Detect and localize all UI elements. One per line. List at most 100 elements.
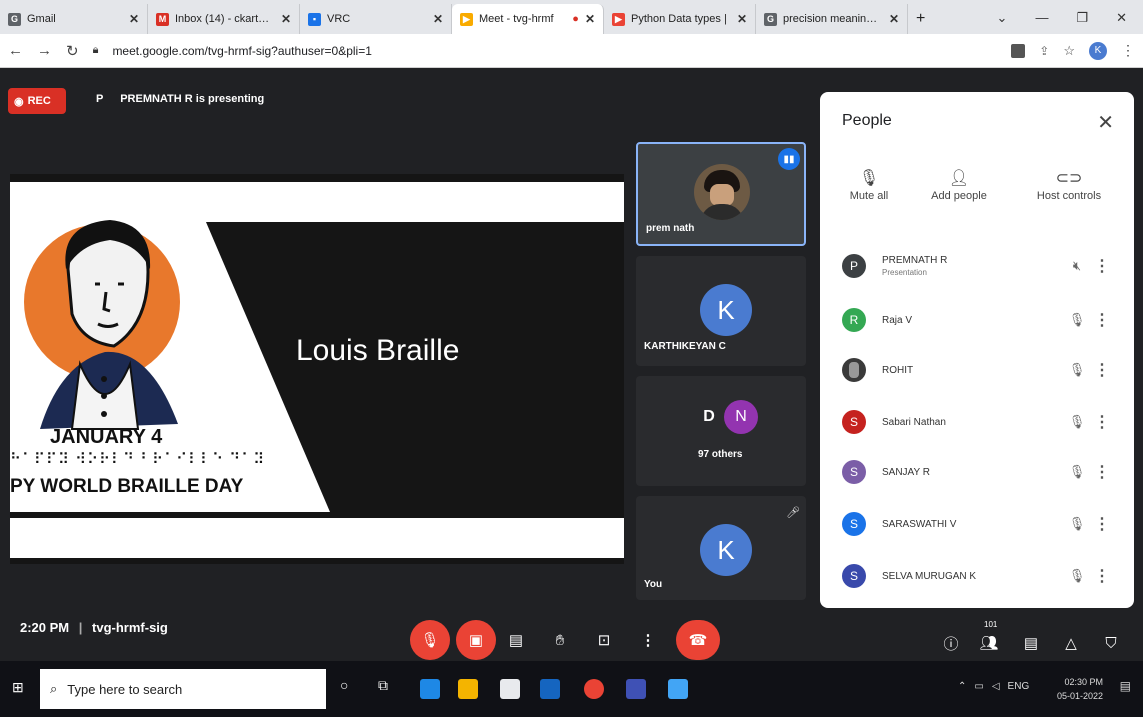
url-field[interactable]: meet.google.com/tvg-hrmf-sig?authuser=0&… bbox=[112, 44, 997, 58]
restore-icon[interactable]: ❐ bbox=[1076, 10, 1088, 26]
mute-all-button[interactable]: 🎙︎ Mute all bbox=[824, 168, 914, 202]
slide-title: Louis Braille bbox=[296, 334, 460, 367]
close-icon[interactable]: ✕ bbox=[1097, 110, 1114, 135]
participant-tile-you[interactable]: K 🎤︎ You bbox=[636, 496, 806, 600]
avatar: D bbox=[703, 408, 715, 425]
chevron-down-icon[interactable]: ⌄ bbox=[997, 10, 1008, 26]
tab-inbox[interactable]: M Inbox (14) - ckarthike ✕ bbox=[148, 4, 300, 34]
close-window-icon[interactable]: ✕ bbox=[1116, 10, 1127, 26]
google-icon: G bbox=[8, 12, 21, 26]
close-tab-icon[interactable]: ✕ bbox=[129, 12, 139, 26]
camera-toggle-button[interactable]: ▣ bbox=[456, 620, 496, 660]
tab-python[interactable]: ▶ Python Data types | ✕ bbox=[604, 4, 756, 34]
host-safety-button[interactable]: ⛉ bbox=[1098, 630, 1124, 656]
participant-row[interactable]: S SELVA MURUGAN K 🎙︎ ⋮ bbox=[842, 556, 1112, 596]
close-tab-icon[interactable]: ✕ bbox=[889, 12, 899, 26]
task-view-icon[interactable]: ⧉ bbox=[378, 677, 388, 694]
more-options-button[interactable]: ⋮ bbox=[628, 620, 668, 660]
profile-avatar[interactable]: K bbox=[1089, 41, 1107, 60]
language-indicator[interactable]: ENG bbox=[1008, 681, 1030, 692]
close-tab-icon[interactable]: ✕ bbox=[433, 12, 443, 26]
tab-title: Inbox (14) - ckarthike bbox=[175, 13, 275, 25]
meeting-info: 2:20 PM | tvg-hrmf-sig bbox=[20, 620, 168, 635]
more-vert-icon[interactable]: ⋮ bbox=[1092, 310, 1112, 330]
more-vert-icon[interactable]: ⋮ bbox=[1121, 42, 1135, 59]
mic-off-icon[interactable]: 🎙︎ bbox=[1062, 312, 1092, 328]
file-explorer-icon[interactable] bbox=[458, 679, 478, 699]
new-tab-button[interactable]: + bbox=[908, 4, 948, 34]
mic-off-icon: 🎤︎ bbox=[786, 507, 800, 519]
more-vert-icon[interactable]: ⋮ bbox=[1092, 360, 1112, 380]
more-vert-icon[interactable]: ⋮ bbox=[1092, 462, 1112, 482]
mic-off-icon[interactable]: 🎙︎ bbox=[1062, 516, 1092, 532]
meeting-details-button[interactable]: ⓘ bbox=[938, 630, 964, 656]
participant-row[interactable]: P PREMNATH R Presentation 🔇︎ ⋮ bbox=[842, 246, 1112, 286]
tab-gmail[interactable]: G Gmail ✕ bbox=[0, 4, 148, 34]
camera-icon[interactable] bbox=[1011, 43, 1026, 58]
mic-off-icon[interactable]: 🎙︎ bbox=[1062, 362, 1092, 378]
close-tab-icon[interactable]: ✕ bbox=[281, 12, 291, 26]
tab-vrc[interactable]: ▪ VRC ✕ bbox=[300, 4, 452, 34]
tray-chevron-icon[interactable]: ⌃ bbox=[958, 681, 966, 692]
participant-name: Sabari Nathan bbox=[882, 416, 946, 428]
participant-tile-others[interactable]: D N 97 others bbox=[636, 376, 806, 486]
people-button[interactable]: 👥︎ 101 bbox=[976, 620, 1002, 656]
reload-icon[interactable]: ↻ bbox=[66, 42, 79, 60]
people-panel: People ✕ 🎙︎ Mute all 👤︎ Add people ⊂⊃ Ho… bbox=[820, 92, 1134, 608]
captions-button[interactable]: ▤ bbox=[496, 620, 536, 660]
star-icon[interactable]: ☆ bbox=[1063, 43, 1075, 59]
chrome-icon[interactable] bbox=[584, 679, 604, 699]
close-tab-icon[interactable]: ✕ bbox=[585, 12, 595, 26]
back-icon[interactable]: ← bbox=[8, 42, 23, 59]
tile-name: KARTHIKEYAN C bbox=[644, 341, 726, 352]
host-controls-button[interactable]: ⊂⊃ Host controls bbox=[1024, 168, 1114, 202]
participant-tile-presenter[interactable]: ▮▮ prem nath bbox=[636, 142, 806, 246]
minimize-icon[interactable]: — bbox=[1035, 10, 1048, 26]
mic-off-icon[interactable]: 🎙︎ bbox=[1062, 568, 1092, 584]
meet-icon: ▶ bbox=[460, 12, 473, 26]
more-vert-icon[interactable]: ⋮ bbox=[1092, 256, 1112, 276]
close-tab-icon[interactable]: ✕ bbox=[737, 12, 747, 26]
camera-off-icon: ▣ bbox=[468, 632, 484, 649]
browser-tab-strip: G Gmail ✕ M Inbox (14) - ckarthike ✕ ▪ V… bbox=[0, 0, 1143, 34]
mail-icon[interactable] bbox=[540, 679, 560, 699]
mic-toggle-button[interactable]: 🎙︎ bbox=[410, 620, 450, 660]
add-people-button[interactable]: 👤︎ Add people bbox=[914, 168, 1004, 202]
leave-call-button[interactable]: ☎︎ bbox=[676, 620, 720, 660]
chat-button[interactable]: ▤ bbox=[1018, 630, 1044, 656]
participant-row[interactable]: ROHIT 🎙︎ ⋮ bbox=[842, 350, 1112, 390]
volume-off-icon[interactable]: 🔇︎ bbox=[1062, 258, 1092, 274]
taskbar-search[interactable]: ⌕ Type here to search bbox=[40, 669, 326, 709]
participant-row[interactable]: R Raja V 🎙︎ ⋮ bbox=[842, 300, 1112, 340]
more-vert-icon[interactable]: ⋮ bbox=[1092, 412, 1112, 432]
notifications-icon[interactable]: ▤ bbox=[1120, 679, 1131, 693]
avatar: S bbox=[842, 564, 866, 588]
forward-icon[interactable]: → bbox=[37, 42, 52, 59]
avatar: N bbox=[724, 400, 758, 434]
more-vert-icon[interactable]: ⋮ bbox=[1092, 514, 1112, 534]
mic-off-icon[interactable]: 🎙︎ bbox=[1062, 414, 1092, 430]
app-icon[interactable] bbox=[668, 679, 688, 699]
lock-icon[interactable]: 🔒︎ bbox=[93, 44, 99, 57]
edge-icon[interactable] bbox=[420, 679, 440, 699]
volume-icon[interactable]: ◁ bbox=[992, 681, 1000, 692]
cortana-icon[interactable]: ○ bbox=[340, 677, 348, 693]
activities-button[interactable]: △ bbox=[1058, 630, 1084, 656]
participant-row[interactable]: S SARASWATHI V 🎙︎ ⋮ bbox=[842, 504, 1112, 544]
avatar: S bbox=[842, 512, 866, 536]
share-icon[interactable]: ⇪ bbox=[1039, 44, 1049, 58]
raise-hand-button[interactable]: ✋︎ bbox=[540, 620, 580, 660]
mic-off-icon[interactable]: 🎙︎ bbox=[1062, 464, 1092, 480]
store-icon[interactable] bbox=[500, 679, 520, 699]
network-icon[interactable]: ▭ bbox=[974, 681, 983, 692]
present-button[interactable]: ⊡ bbox=[584, 620, 624, 660]
system-clock[interactable]: 02:30 PM 05-01-2022 bbox=[1057, 675, 1103, 703]
tab-precision[interactable]: G precision meaning in ✕ bbox=[756, 4, 908, 34]
participant-row[interactable]: S SANJAY R 🎙︎ ⋮ bbox=[842, 452, 1112, 492]
participant-row[interactable]: S Sabari Nathan 🎙︎ ⋮ bbox=[842, 402, 1112, 442]
more-vert-icon[interactable]: ⋮ bbox=[1092, 566, 1112, 586]
participant-tile-karthikeyan[interactable]: K KARTHIKEYAN C bbox=[636, 256, 806, 366]
photos-icon[interactable] bbox=[626, 679, 646, 699]
tab-meet[interactable]: ▶ Meet - tvg-hrmf ● ✕ bbox=[452, 4, 604, 34]
windows-start-icon[interactable]: ⊞ bbox=[12, 679, 24, 696]
